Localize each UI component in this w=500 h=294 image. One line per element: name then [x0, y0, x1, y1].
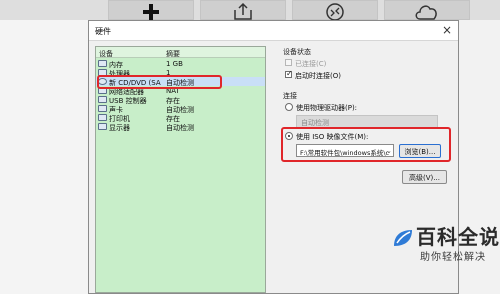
- connected-label: 已连接(C): [295, 60, 327, 68]
- device-list-header: 设备 摘要: [96, 47, 265, 58]
- sound-icon: [98, 105, 107, 112]
- hardware-dialog: 硬件 × 设备 摘要 内存 1 GB 处理器 1 新 CD/DVD (SA 自动…: [88, 20, 459, 294]
- device-row-sound[interactable]: 声卡 自动检测: [96, 104, 265, 114]
- advanced-button-label: 高级(V)...: [409, 174, 440, 182]
- watermark-logo-icon: [394, 230, 412, 246]
- usb-icon: [98, 96, 107, 103]
- device-name: 显示器: [109, 124, 130, 132]
- watermark-brand: 百科全说: [416, 225, 500, 249]
- display-icon: [98, 123, 107, 130]
- background-toolbar: [0, 0, 500, 20]
- plus-icon: [143, 4, 159, 20]
- physical-drive-value: 自动检测: [301, 119, 329, 127]
- device-summary: 1 GB: [166, 60, 183, 68]
- toolbar-tile-add[interactable]: [108, 0, 194, 20]
- printer-icon: [98, 114, 107, 121]
- share-icon: [234, 2, 252, 20]
- physical-drive-radio[interactable]: [285, 103, 293, 111]
- highlight-box-cd-dvd: [97, 75, 222, 89]
- connected-checkbox: [285, 59, 292, 66]
- cloud-icon: [415, 5, 437, 20]
- connection-title: 连接: [283, 92, 297, 100]
- physical-drive-label[interactable]: 使用物理驱动器(P):: [296, 103, 357, 113]
- toolbar-tile-remote[interactable]: [292, 0, 378, 20]
- device-row-usb[interactable]: USB 控制器 存在: [96, 95, 265, 105]
- device-status-title: 设备状态: [283, 48, 311, 56]
- close-icon[interactable]: ×: [442, 23, 452, 37]
- device-row-memory[interactable]: 内存 1 GB: [96, 59, 265, 69]
- device-row-printer[interactable]: 打印机 存在: [96, 113, 265, 123]
- watermark-slogan: 助你轻松解决: [420, 252, 486, 263]
- dialog-titlebar: 硬件 ×: [89, 21, 458, 41]
- remote-connect-icon: [326, 3, 344, 20]
- advanced-button[interactable]: 高级(V)...: [402, 170, 447, 184]
- highlight-box-iso: [281, 127, 451, 162]
- device-summary: 自动检测: [166, 124, 194, 132]
- connect-at-power-on-label[interactable]: 启动时连接(O): [295, 71, 341, 81]
- background-left-panel: [0, 20, 88, 294]
- column-header-summary[interactable]: 摘要: [166, 49, 180, 59]
- dialog-title: 硬件: [95, 27, 111, 36]
- toolbar-tile-share[interactable]: [200, 0, 286, 20]
- device-row-display[interactable]: 显示器 自动检测: [96, 122, 265, 132]
- connect-at-power-on-checkbox[interactable]: [285, 69, 293, 78]
- memory-icon: [98, 60, 107, 67]
- toolbar-tile-cloud[interactable]: [384, 0, 470, 20]
- column-header-device[interactable]: 设备: [99, 49, 113, 59]
